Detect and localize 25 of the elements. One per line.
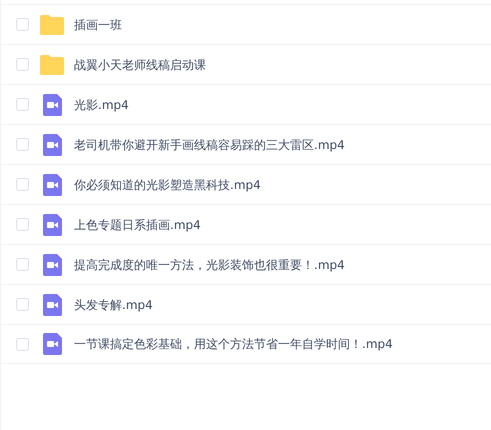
file-name[interactable]: 你必须知道的光影塑造黑科技.mp4: [74, 176, 261, 194]
checkbox[interactable]: [16, 58, 29, 71]
file-name[interactable]: 头发专解.mp4: [74, 296, 153, 314]
video-file-icon: [42, 333, 62, 355]
file-name[interactable]: 光影.mp4: [74, 96, 129, 114]
file-name[interactable]: 插画一班: [74, 16, 122, 34]
video-file-icon: [42, 254, 62, 276]
file-name[interactable]: 上色专题日系插画.mp4: [74, 216, 201, 234]
checkbox[interactable]: [16, 218, 29, 231]
video-file-icon: [42, 214, 62, 236]
checkbox[interactable]: [16, 258, 29, 271]
checkbox[interactable]: [16, 98, 29, 111]
video-file-icon: [42, 134, 62, 156]
checkbox[interactable]: [16, 18, 29, 31]
checkbox[interactable]: [16, 338, 29, 350]
video-file-icon: [42, 294, 62, 316]
video-file-icon: [42, 94, 62, 116]
file-name[interactable]: 战翼小天老师线稿启动课: [74, 56, 206, 74]
checkbox[interactable]: [16, 298, 29, 311]
checkbox[interactable]: [16, 138, 29, 151]
file-name[interactable]: 老司机带你避开新手画线稿容易踩的三大雷区.mp4: [74, 136, 345, 154]
file-name[interactable]: 一节课搞定色彩基础，用这个方法节省一年自学时间！.mp4: [74, 335, 393, 353]
file-name[interactable]: 提高完成度的唯一方法，光影装饰也很重要！.mp4: [74, 256, 345, 274]
checkbox[interactable]: [16, 178, 29, 191]
video-file-icon: [42, 174, 62, 196]
